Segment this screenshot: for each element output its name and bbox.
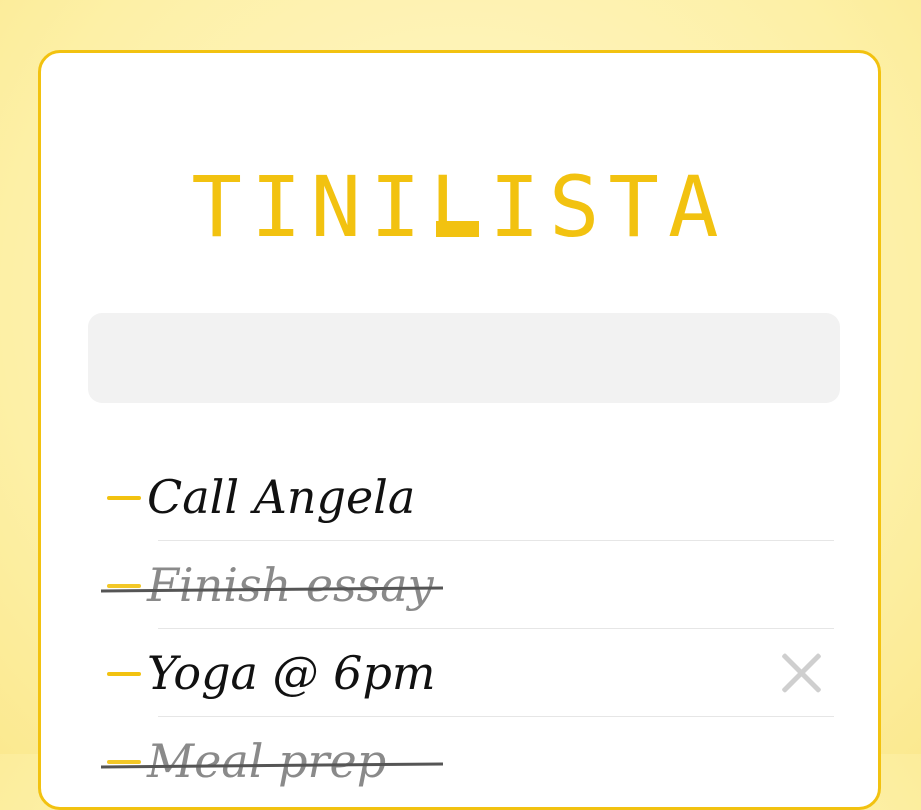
- todo-item-completed[interactable]: Meal prep: [41, 717, 878, 805]
- new-todo-input[interactable]: [88, 313, 840, 403]
- todo-label[interactable]: Yoga @ 6pm: [147, 635, 436, 711]
- close-icon[interactable]: [778, 649, 826, 697]
- app-card: TINILISTA Call Angela Finish essay Yoga …: [38, 50, 881, 810]
- app-title-accent: L: [429, 158, 490, 256]
- app-title-prefix: TINI: [191, 158, 430, 256]
- todo-label[interactable]: Finish essay: [147, 547, 434, 623]
- app-title: TINILISTA: [41, 165, 878, 249]
- dash-icon: [107, 584, 141, 588]
- todo-item[interactable]: Yoga @ 6pm: [41, 629, 878, 717]
- todo-label[interactable]: Call Angela: [147, 459, 415, 535]
- dash-icon: [107, 672, 141, 676]
- app-title-suffix: ISTA: [489, 158, 728, 256]
- todo-label[interactable]: Meal prep: [147, 723, 386, 799]
- todo-item[interactable]: Call Angela: [41, 453, 878, 541]
- dash-icon: [107, 760, 141, 764]
- todo-list: Call Angela Finish essay Yoga @ 6pm Meal…: [41, 453, 878, 805]
- todo-item-completed[interactable]: Finish essay: [41, 541, 878, 629]
- dash-icon: [107, 496, 141, 500]
